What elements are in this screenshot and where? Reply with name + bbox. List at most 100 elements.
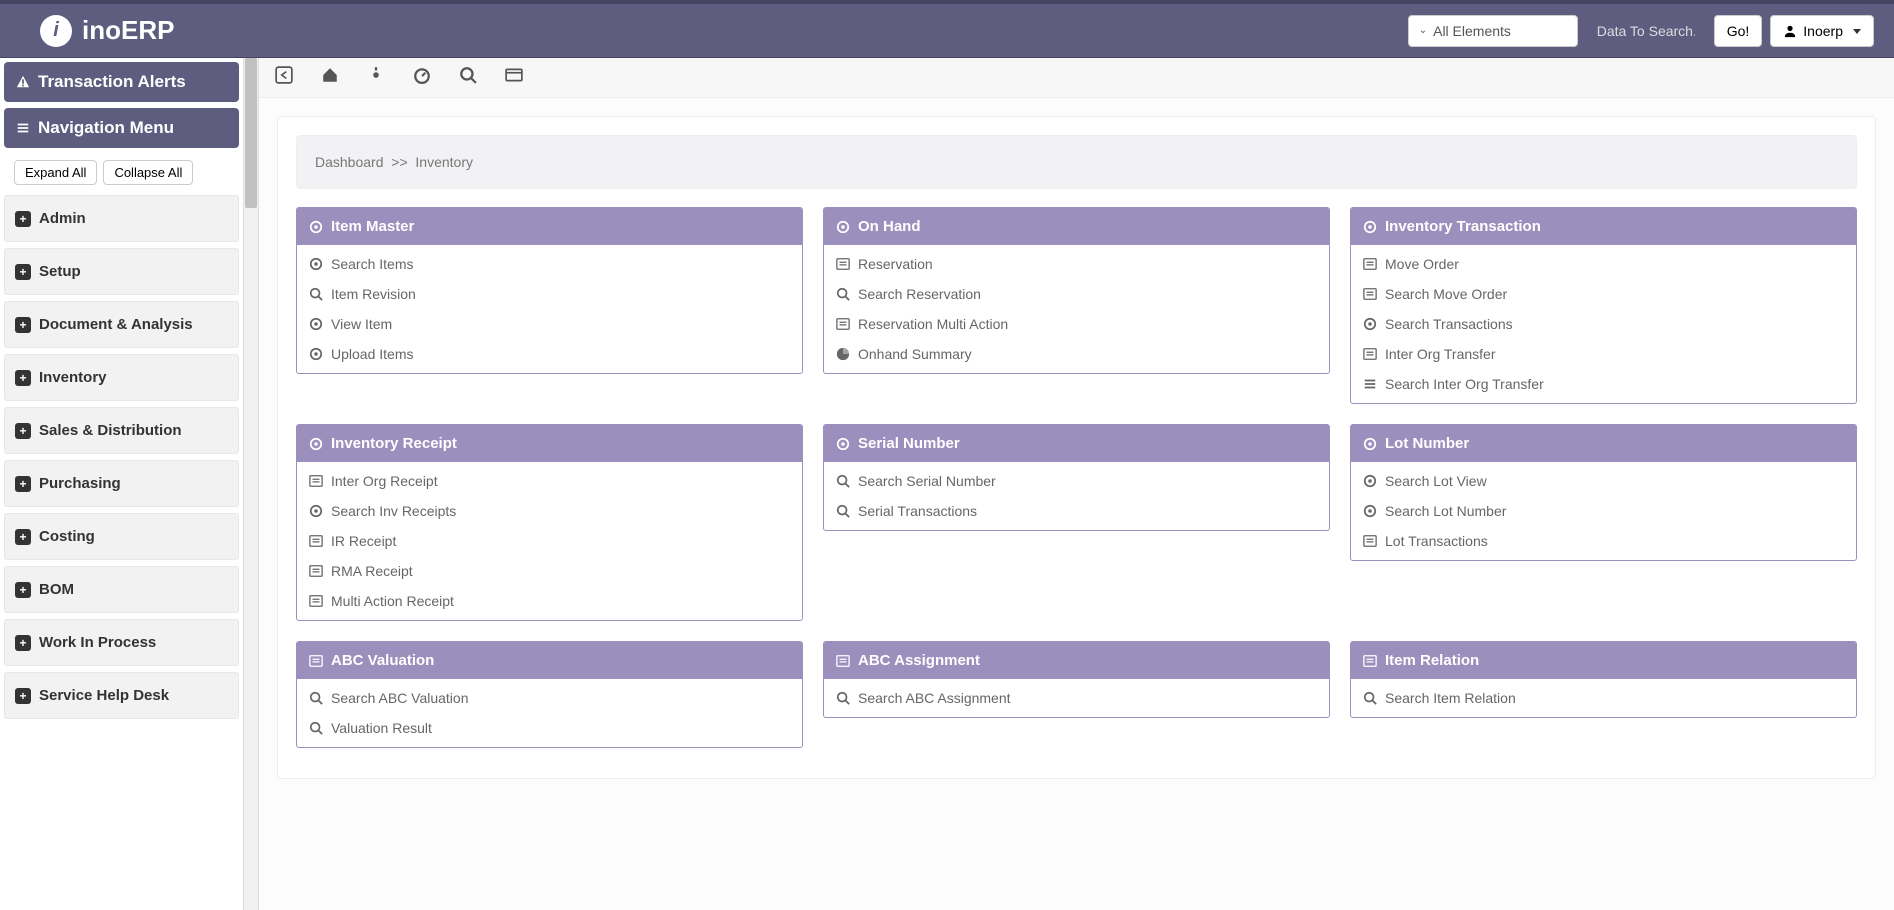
- target-icon: [1363, 474, 1377, 488]
- card-body: Search ABC Assignment: [824, 679, 1329, 717]
- card-body: ReservationSearch ReservationReservation…: [824, 245, 1329, 373]
- scroll-thumb[interactable]: [245, 58, 257, 208]
- alerts-title: Transaction Alerts: [38, 72, 186, 92]
- breadcrumb-root[interactable]: Dashboard: [315, 154, 384, 170]
- sidebar-item-service-help-desk[interactable]: +Service Help Desk: [4, 672, 239, 719]
- collapse-sidebar-button[interactable]: [275, 66, 293, 89]
- card-link-search-abc-assignment[interactable]: Search ABC Assignment: [824, 683, 1329, 713]
- user-label: Inoerp: [1803, 23, 1843, 39]
- search-icon: [309, 287, 323, 301]
- home-button[interactable]: [321, 66, 339, 89]
- target-icon: [309, 220, 323, 234]
- card-link-serial-transactions[interactable]: Serial Transactions: [824, 496, 1329, 526]
- card-link-search-items[interactable]: Search Items: [297, 249, 802, 279]
- card-link-label: Search Serial Number: [858, 473, 996, 489]
- card-link-search-reservation[interactable]: Search Reservation: [824, 279, 1329, 309]
- card-link-search-inv-receipts[interactable]: Search Inv Receipts: [297, 496, 802, 526]
- card-link-label: Search Item Relation: [1385, 690, 1516, 706]
- card-link-search-serial-number[interactable]: Search Serial Number: [824, 466, 1329, 496]
- breadcrumb: Dashboard >> Inventory: [296, 135, 1857, 189]
- sidebar-scrollbar[interactable]: ▲: [243, 58, 259, 910]
- dashboard-button[interactable]: [413, 66, 431, 89]
- card-link-view-item[interactable]: View Item: [297, 309, 802, 339]
- sidebar-item-sales-distribution[interactable]: +Sales & Distribution: [4, 407, 239, 454]
- card-link-label: Item Revision: [331, 286, 416, 302]
- search-input[interactable]: [1586, 15, 1706, 47]
- card-body: Search ABC Valuation Valuation Result: [297, 679, 802, 747]
- sidebar-item-setup[interactable]: +Setup: [4, 248, 239, 295]
- sidebar-item-document-analysis[interactable]: +Document & Analysis: [4, 301, 239, 348]
- expand-icon: +: [15, 635, 31, 651]
- list-icon: [836, 317, 850, 331]
- card-link-ir-receipt[interactable]: IR Receipt: [297, 526, 802, 556]
- expand-icon: +: [15, 211, 31, 227]
- card-link-label: Serial Transactions: [858, 503, 977, 519]
- card-link-multi-action-receipt[interactable]: Multi Action Receipt: [297, 586, 802, 616]
- card-link-reservation[interactable]: Reservation: [824, 249, 1329, 279]
- card-link-lot-transactions[interactable]: Lot Transactions: [1351, 526, 1856, 556]
- bars-icon: [1363, 377, 1377, 391]
- card-link-item-revision[interactable]: Item Revision: [297, 279, 802, 309]
- nav-title: Navigation Menu: [38, 118, 174, 138]
- list-icon: [309, 564, 323, 578]
- elements-dropdown[interactable]: ⌄ All Elements: [1408, 15, 1578, 47]
- card-link-inter-org-transfer[interactable]: Inter Org Transfer: [1351, 339, 1856, 369]
- navbar: i inoERP ⌄ All Elements Go! Inoerp: [0, 0, 1894, 58]
- card-link-search-lot-view[interactable]: Search Lot View: [1351, 466, 1856, 496]
- card-link-upload-items[interactable]: Upload Items: [297, 339, 802, 369]
- expand-all-button[interactable]: Expand All: [14, 160, 97, 185]
- card-title: On Hand: [858, 218, 921, 235]
- card-body: Search Serial Number Serial Transactions: [824, 462, 1329, 530]
- card-link-label: Search Lot View: [1385, 473, 1487, 489]
- card-link-search-move-order[interactable]: Search Move Order: [1351, 279, 1856, 309]
- panel-button[interactable]: [505, 66, 523, 89]
- breadcrumb-sep: >>: [387, 154, 415, 170]
- sidebar-item-work-in-process[interactable]: +Work In Process: [4, 619, 239, 666]
- card-link-onhand-summary[interactable]: Onhand Summary: [824, 339, 1329, 369]
- chevron-down-icon: ⌄: [1419, 25, 1427, 36]
- sidebar-item-inventory[interactable]: +Inventory: [4, 354, 239, 401]
- search-icon: [309, 721, 323, 735]
- card-link-label: Search ABC Valuation: [331, 690, 469, 706]
- info-button[interactable]: [367, 66, 385, 89]
- target-icon: [309, 504, 323, 518]
- sidebar-item-label: Purchasing: [39, 475, 121, 492]
- sidebar-item-admin[interactable]: +Admin: [4, 195, 239, 242]
- navigation-menu-header[interactable]: Navigation Menu: [4, 108, 239, 148]
- sidebar-item-purchasing[interactable]: +Purchasing: [4, 460, 239, 507]
- card-link-inter-org-receipt[interactable]: Inter Org Receipt: [297, 466, 802, 496]
- card-link-valuation-result[interactable]: Valuation Result: [297, 713, 802, 743]
- card-link-label: Search Items: [331, 256, 413, 272]
- card-link-reservation-multi-action[interactable]: Reservation Multi Action: [824, 309, 1329, 339]
- card-link-label: Multi Action Receipt: [331, 593, 454, 609]
- list-icon: [309, 474, 323, 488]
- card-inventory-transaction: Inventory TransactionMove OrderSearch Mo…: [1350, 207, 1857, 404]
- search-button[interactable]: [459, 66, 477, 89]
- card-link-label: Search Inv Receipts: [331, 503, 456, 519]
- sidebar-item-costing[interactable]: +Costing: [4, 513, 239, 560]
- list-icon: [1363, 347, 1377, 361]
- card-link-search-item-relation[interactable]: Search Item Relation: [1351, 683, 1856, 713]
- card-link-search-abc-valuation[interactable]: Search ABC Valuation: [297, 683, 802, 713]
- expand-icon: +: [15, 582, 31, 598]
- card-link-search-inter-org-transfer[interactable]: Search Inter Org Transfer: [1351, 369, 1856, 399]
- collapse-all-button[interactable]: Collapse All: [103, 160, 193, 185]
- card-title: ABC Assignment: [858, 652, 980, 669]
- list-icon: [309, 594, 323, 608]
- card-link-search-lot-number[interactable]: Search Lot Number: [1351, 496, 1856, 526]
- search-icon: [836, 691, 850, 705]
- go-button[interactable]: Go!: [1714, 15, 1763, 47]
- main-content: Dashboard >> Inventory Item MasterSearch…: [259, 58, 1894, 910]
- card-link-label: Search Lot Number: [1385, 503, 1506, 519]
- transaction-alerts-header[interactable]: Transaction Alerts: [4, 62, 239, 102]
- card-link-search-transactions[interactable]: Search Transactions: [1351, 309, 1856, 339]
- target-icon: [836, 437, 850, 451]
- card-link-rma-receipt[interactable]: RMA Receipt: [297, 556, 802, 586]
- list-icon: [1363, 534, 1377, 548]
- target-icon: [1363, 220, 1377, 234]
- user-menu-button[interactable]: Inoerp: [1770, 15, 1874, 47]
- brand[interactable]: i inoERP: [40, 15, 174, 47]
- elements-dropdown-label: All Elements: [1433, 23, 1511, 39]
- sidebar-item-bom[interactable]: +BOM: [4, 566, 239, 613]
- card-link-move-order[interactable]: Move Order: [1351, 249, 1856, 279]
